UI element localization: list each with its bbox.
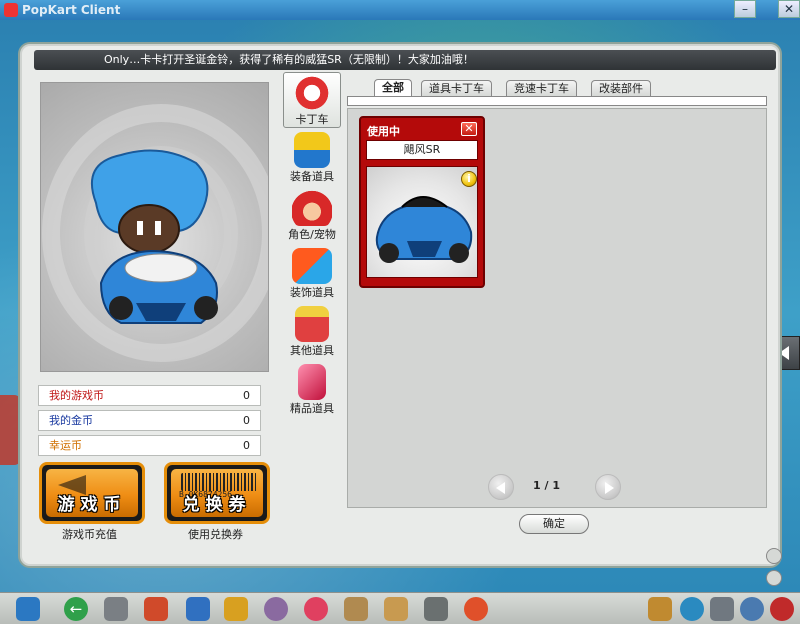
side-decoration: [0, 395, 22, 465]
category-label: 其他道具: [290, 344, 334, 357]
recharge-button[interactable]: 游戏币: [39, 462, 145, 524]
tab-parts[interactable]: 改装部件: [591, 80, 651, 97]
page-indicator: 1 / 1: [533, 479, 560, 492]
gold-coin-label: 我的金币: [49, 414, 93, 427]
game-coin-value: 0: [243, 389, 250, 402]
character-icon: [292, 190, 332, 226]
kart-icon: [292, 75, 332, 111]
category-label: 装备道具: [290, 170, 334, 183]
barcode-icon: [181, 473, 257, 491]
gold-coin-value: 0: [243, 414, 250, 427]
tab-speed-kart[interactable]: 竞速卡丁车: [506, 80, 577, 97]
category-decoration[interactable]: 装饰道具: [283, 246, 341, 302]
minimize-button[interactable]: –: [734, 0, 756, 18]
tab-all[interactable]: 全部: [374, 79, 412, 97]
tab-underline: [347, 96, 767, 106]
close-window-button[interactable]: ✕: [778, 0, 800, 18]
notice-bar: Only…卡卡打开圣诞金铃，获得了稀有的威猛SR（无限制）！大家加油哦！: [34, 50, 776, 70]
category-equipment[interactable]: 装备道具: [283, 130, 341, 186]
scroll-icon[interactable]: [344, 597, 368, 621]
gem-icon: [298, 364, 326, 400]
book-icon[interactable]: [424, 597, 448, 621]
item-kart-image: i: [366, 166, 478, 278]
tab-item-kart[interactable]: 道具卡丁车: [421, 80, 492, 97]
confirm-button[interactable]: 确定: [519, 514, 589, 534]
tools-icon[interactable]: [710, 597, 734, 621]
exchange-big-text: 兑换券: [182, 495, 252, 515]
scroll-up-control[interactable]: [766, 548, 782, 564]
category-character-pet[interactable]: 角色/宠物: [283, 188, 341, 244]
character-preview: [40, 82, 269, 372]
category-label: 卡丁车: [295, 113, 329, 126]
power-icon[interactable]: [770, 597, 794, 621]
prev-page-button[interactable]: [488, 474, 514, 500]
recharge-caption: 游戏币充值: [62, 528, 117, 541]
window-title-bar: PopKart Client: [0, 0, 800, 20]
category-other[interactable]: 其他道具: [283, 304, 341, 360]
category-label: 角色/宠物: [288, 228, 336, 241]
game-coin-label: 我的游戏币: [49, 389, 104, 402]
item-icon[interactable]: [224, 597, 248, 621]
inventory-item-card[interactable]: 使用中 ✕ 飓风SR i: [359, 116, 485, 288]
map-icon[interactable]: [384, 597, 408, 621]
back-icon[interactable]: ←: [64, 597, 88, 621]
window-title: PopKart Client: [22, 3, 121, 17]
exchange-voucher-button[interactable]: B 0K6874256 兑换券: [164, 462, 270, 524]
luck-coin-label: 幸运币: [49, 439, 82, 452]
note-icon[interactable]: [648, 597, 672, 621]
next-page-button[interactable]: [595, 474, 621, 500]
gold-coin-row: 我的金币 0: [38, 410, 261, 431]
category-premium[interactable]: 精品道具: [283, 362, 341, 418]
kart-render-icon: [42, 104, 268, 362]
category-label: 精品道具: [290, 402, 334, 415]
luck-coin-value: 0: [243, 439, 250, 452]
app-icon: [4, 3, 18, 17]
category-kart[interactable]: 卡丁车: [283, 72, 341, 128]
game-coin-row: 我的游戏币 0: [38, 385, 261, 406]
globe-icon[interactable]: [464, 597, 488, 621]
category-label: 装饰道具: [290, 286, 334, 299]
people-icon[interactable]: [680, 597, 704, 621]
exchange-caption: 使用兑换券: [188, 528, 243, 541]
kart-icon: [375, 196, 473, 263]
heart-icon[interactable]: [304, 597, 328, 621]
item-name: 飓风SR: [366, 140, 478, 160]
luck-coin-row: 幸运币 0: [38, 435, 261, 456]
settings-gear-icon[interactable]: [264, 597, 288, 621]
home-icon[interactable]: [16, 597, 40, 621]
gift-box-icon: [295, 306, 329, 342]
fire-decoration-icon: [292, 248, 332, 284]
shop-cart-icon[interactable]: [104, 597, 128, 621]
goggles-icon: [294, 132, 330, 168]
item-status-label: 使用中: [367, 125, 400, 138]
garage-icon[interactable]: [186, 597, 210, 621]
info-icon[interactable]: i: [461, 171, 477, 187]
scroll-down-control[interactable]: [766, 570, 782, 586]
bottom-toolbar: ←: [0, 592, 800, 624]
upgrade-icon[interactable]: [144, 597, 168, 621]
search-icon[interactable]: [740, 597, 764, 621]
recharge-big-text: 游戏币: [57, 495, 127, 515]
close-icon[interactable]: ✕: [461, 122, 477, 136]
